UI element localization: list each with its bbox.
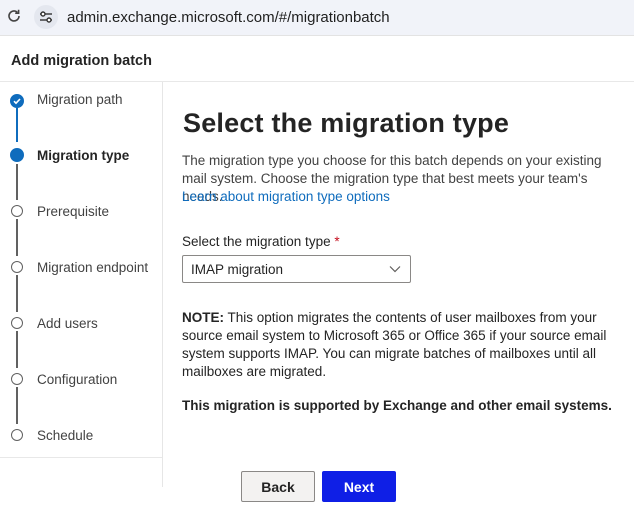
step-configuration[interactable]: Configuration <box>37 372 117 387</box>
learn-more-link[interactable]: Learn about migration type options <box>182 189 390 204</box>
step-migration-path[interactable]: Migration path <box>37 92 123 107</box>
step-connector <box>16 108 18 142</box>
select-label-text: Select the migration type <box>182 234 331 249</box>
next-button[interactable]: Next <box>322 471 396 502</box>
dropdown-value: IMAP migration <box>191 262 284 277</box>
step-pending-icon <box>11 205 23 217</box>
step-current-icon <box>10 148 24 162</box>
note-body: This option migrates the contents of use… <box>182 310 607 379</box>
step-connector <box>16 219 18 256</box>
steps-footer-divider <box>0 457 162 458</box>
wizard-steps: Migration path Migration type Prerequisi… <box>0 82 162 457</box>
note-prefix: NOTE: <box>182 310 224 325</box>
step-add-users[interactable]: Add users <box>37 316 98 331</box>
steps-divider <box>162 82 163 487</box>
note-text: NOTE: This option migrates the contents … <box>182 309 632 381</box>
step-migration-endpoint[interactable]: Migration endpoint <box>37 260 148 275</box>
select-label: Select the migration type * <box>182 234 340 249</box>
step-migration-type[interactable]: Migration type <box>37 148 129 163</box>
step-pending-icon <box>11 261 23 273</box>
step-connector <box>16 164 18 200</box>
step-pending-icon <box>11 429 23 441</box>
browser-address-bar: admin.exchange.microsoft.com/#/migration… <box>0 0 634 36</box>
step-schedule[interactable]: Schedule <box>37 428 93 443</box>
step-connector <box>16 331 18 368</box>
step-prerequisite[interactable]: Prerequisite <box>37 204 109 219</box>
back-button[interactable]: Back <box>241 471 315 502</box>
step-complete-icon <box>10 94 24 108</box>
address-url[interactable]: admin.exchange.microsoft.com/#/migration… <box>67 9 390 26</box>
support-text: This migration is supported by Exchange … <box>182 398 612 413</box>
step-connector <box>16 387 18 424</box>
chevron-down-icon <box>389 266 401 273</box>
step-pending-icon <box>11 373 23 385</box>
migration-type-dropdown[interactable]: IMAP migration <box>182 255 411 283</box>
site-info-icon[interactable] <box>34 5 58 29</box>
step-pending-icon <box>11 317 23 329</box>
required-marker: * <box>334 234 340 249</box>
reload-icon[interactable] <box>6 8 22 24</box>
step-connector <box>16 275 18 312</box>
panel-title: Add migration batch <box>11 53 152 69</box>
page-title: Select the migration type <box>183 108 510 138</box>
